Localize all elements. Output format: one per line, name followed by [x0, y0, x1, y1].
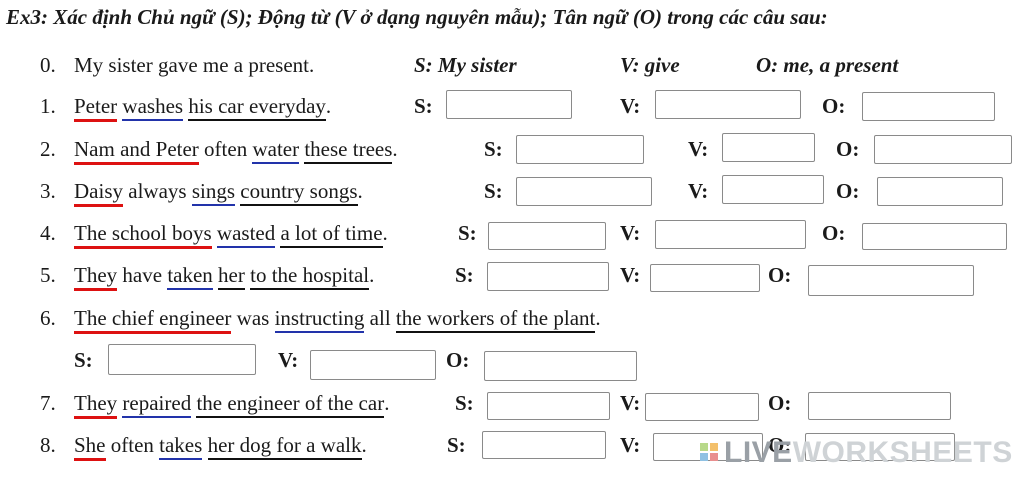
object-label: O:: [822, 94, 846, 118]
liveworksheets-logo-icon: [700, 443, 720, 463]
subject-answer-box[interactable]: [488, 222, 606, 250]
verb-phrase: takes: [159, 433, 203, 460]
object-phrase: the engineer of the car: [196, 391, 385, 418]
object-answer-box[interactable]: [874, 135, 1012, 164]
sentence-8: She often takes her dog for a walk.: [74, 433, 367, 461]
subject-answer-box[interactable]: [108, 344, 256, 375]
subject-phrase: The chief engineer: [74, 306, 232, 334]
subject-label: S:: [455, 391, 474, 415]
verb-label: V:: [278, 348, 299, 372]
subject-label: S:: [458, 221, 477, 245]
verb-label: V:: [620, 391, 641, 415]
sentence-1: Peter washes his car everyday.: [74, 94, 332, 122]
subject-phrase: They: [74, 263, 118, 291]
subject-answer-box[interactable]: [487, 392, 610, 420]
object-phrase: the workers of the plant: [395, 306, 596, 333]
subject-phrase: Peter: [74, 94, 118, 122]
subject-label: S:: [447, 433, 466, 457]
verb-phrase: instructing: [274, 306, 365, 333]
object-label: O:: [822, 221, 846, 245]
object-answer-box[interactable]: [877, 177, 1003, 206]
object-label: O:: [446, 348, 470, 372]
subject-answer-box[interactable]: [487, 262, 609, 291]
object-answer-box[interactable]: [808, 392, 951, 420]
subject-label: S:: [484, 137, 503, 161]
example-subject: S: My sister: [414, 53, 517, 77]
object-answer-box[interactable]: [808, 265, 974, 296]
item-number: 6.: [40, 306, 56, 330]
sentence-6: The chief engineer was instructing all t…: [74, 306, 601, 334]
object-answer-box[interactable]: [862, 223, 1007, 250]
item-number: 2.: [40, 137, 56, 161]
verb-phrase: repaired: [122, 391, 192, 418]
object-label: O:: [836, 179, 860, 203]
verb-phrase: washes: [122, 94, 184, 121]
subject-phrase: They: [74, 391, 118, 419]
object-label: O:: [768, 263, 792, 287]
verb-answer-box[interactable]: [655, 90, 801, 119]
adverbial-phrase: to the hospital: [250, 263, 370, 290]
item-number: 5.: [40, 263, 56, 287]
subject-phrase: Daisy: [74, 179, 123, 207]
verb-phrase: wasted: [216, 221, 276, 248]
verb-phrase: taken: [167, 263, 214, 290]
item-number: 8.: [40, 433, 56, 457]
verb-answer-box[interactable]: [310, 350, 436, 380]
object-phrase: these trees: [304, 137, 393, 164]
object-label: O:: [768, 391, 792, 415]
item-number: 7.: [40, 391, 56, 415]
example-number: 0.: [40, 53, 56, 77]
verb-answer-box[interactable]: [722, 133, 815, 162]
verb-answer-box[interactable]: [650, 264, 760, 292]
subject-phrase: Nam and Peter: [74, 137, 199, 165]
example-object: O: me, a present: [756, 53, 899, 77]
verb-answer-box[interactable]: [722, 175, 824, 204]
object-phrase: his car everyday: [188, 94, 326, 121]
item-number: 3.: [40, 179, 56, 203]
verb-label: V:: [620, 221, 641, 245]
object-label: O:: [836, 137, 860, 161]
subject-label: S:: [414, 94, 433, 118]
verb-phrase: sings: [191, 179, 236, 206]
object-phrase: her: [218, 263, 245, 290]
verb-label: V:: [620, 94, 641, 118]
verb-label: V:: [688, 179, 709, 203]
object-phrase: her dog for a walk: [207, 433, 362, 460]
item-number: 4.: [40, 221, 56, 245]
subject-answer-box[interactable]: [516, 177, 652, 206]
object-answer-box[interactable]: [484, 351, 637, 381]
sentence-2: Nam and Peter often water these trees.: [74, 137, 398, 165]
sentence-5: They have taken her to the hospital.: [74, 263, 375, 291]
example-verb: V: give: [620, 53, 680, 77]
object-answer-box[interactable]: [862, 92, 995, 121]
subject-label: S:: [74, 348, 93, 372]
verb-label: V:: [620, 263, 641, 287]
verb-answer-box[interactable]: [655, 220, 806, 249]
verb-answer-box[interactable]: [645, 393, 759, 421]
verb-label: V:: [688, 137, 709, 161]
verb-label: V:: [620, 433, 641, 457]
exercise-title: Ex3: Xác định Chủ ngữ (S); Động từ (V ở …: [6, 5, 828, 29]
object-phrase: country songs: [240, 179, 358, 206]
verb-phrase: water: [252, 137, 300, 164]
example-sentence: My sister gave me a present.: [74, 53, 315, 77]
sentence-7: They repaired the engineer of the car.: [74, 391, 390, 419]
sentence-4: The school boys wasted a lot of time.: [74, 221, 388, 249]
object-phrase: a lot of time: [280, 221, 383, 248]
subject-label: S:: [455, 263, 474, 287]
subject-phrase: The school boys: [74, 221, 212, 249]
subject-answer-box[interactable]: [516, 135, 644, 164]
subject-answer-box[interactable]: [482, 431, 606, 459]
subject-phrase: She: [74, 433, 106, 461]
subject-answer-box[interactable]: [446, 90, 572, 119]
liveworksheets-watermark: LIVEWORKSHEETS: [724, 436, 1013, 469]
sentence-3: Daisy always sings country songs.: [74, 179, 363, 207]
subject-label: S:: [484, 179, 503, 203]
item-number: 1.: [40, 94, 56, 118]
